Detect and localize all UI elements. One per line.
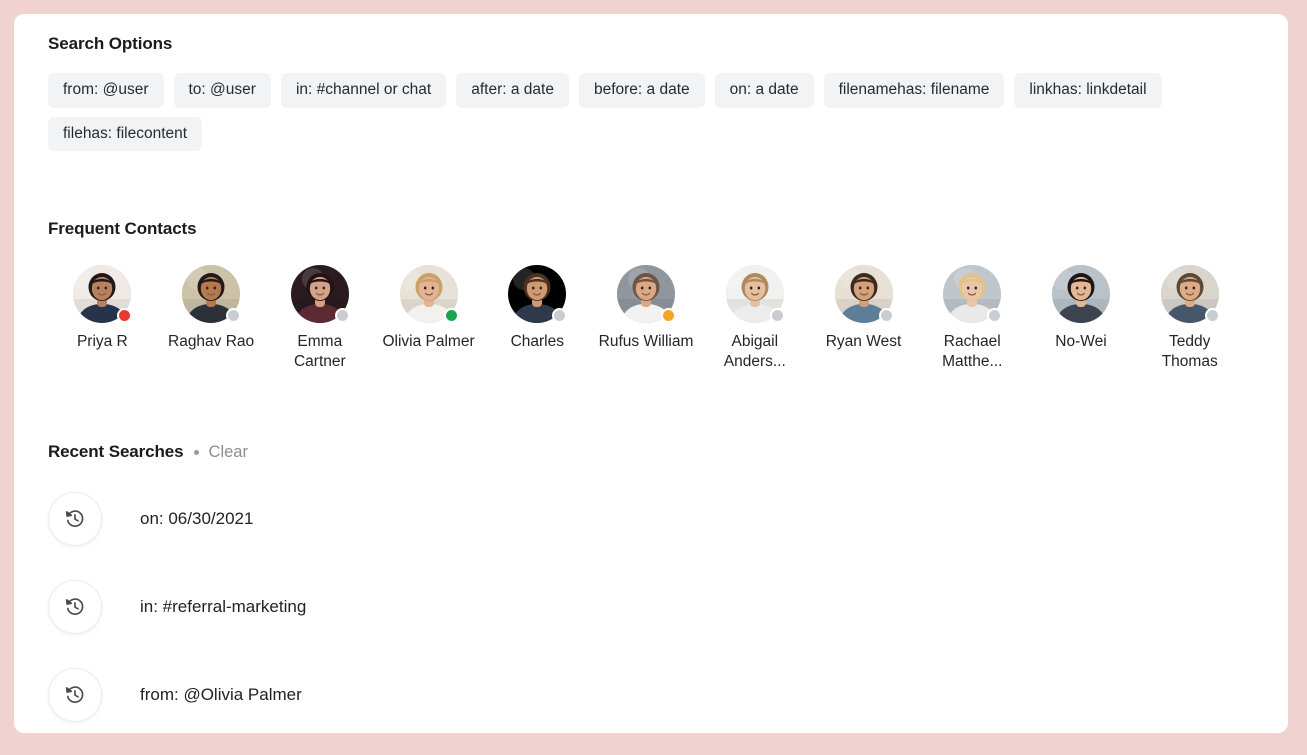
search-option-chip[interactable]: before: a date: [578, 73, 705, 108]
search-option-chip[interactable]: filehas: filecontent: [48, 116, 203, 151]
frequent-contact[interactable]: Olivia Palmer: [374, 265, 483, 372]
contact-name: Emma Cartner: [293, 333, 346, 370]
contact-name: Teddy Thomas: [1161, 333, 1218, 370]
recent-searches-section: Recent Searches Clear on: 06/30/2021 in: …: [48, 442, 1268, 733]
clear-recent-searches-button[interactable]: Clear: [209, 443, 248, 462]
frequent-contact[interactable]: Priya R: [48, 265, 157, 372]
avatar[interactable]: [399, 265, 459, 323]
search-option-chip[interactable]: filenamehas: filename: [823, 73, 1005, 108]
history-clock-icon: [48, 580, 102, 634]
avatar-photo: [1051, 265, 1110, 323]
avatar[interactable]: [290, 265, 350, 323]
search-options-section: Search Options from: @user to: @user in: #…: [34, 34, 1268, 151]
frequent-contacts-list: Priya R Raghav Rao Emma Cartner Olivia Palm…: [48, 265, 1244, 372]
avatar[interactable]: [1160, 265, 1220, 323]
search-option-chip[interactable]: after: a date: [456, 73, 569, 108]
frequent-contact[interactable]: Teddy Thomas: [1135, 265, 1244, 372]
recent-search-label: in: #referral-marketing: [140, 597, 307, 616]
contact-name: Raghav Rao: [168, 333, 255, 350]
search-option-chip[interactable]: on: a date: [714, 73, 814, 108]
contact-name: Olivia Palmer: [382, 333, 475, 350]
frequent-contact[interactable]: Rachael Matthe...: [918, 265, 1027, 372]
recent-search-item[interactable]: from: @Olivia Palmer: [48, 665, 1268, 725]
avatar[interactable]: [508, 265, 568, 323]
status-badge: [769, 308, 785, 323]
recent-searches-header: Recent Searches Clear: [48, 442, 1268, 462]
recent-search-label: from: @Olivia Palmer: [140, 685, 302, 704]
frequent-contact[interactable]: Raghav Rao: [157, 265, 266, 372]
search-option-chip[interactable]: in: #channel or chat: [280, 73, 447, 108]
recent-searches-title: Recent Searches: [48, 442, 184, 461]
recent-searches-list: on: 06/30/2021 in: #referral-marketing fro…: [48, 489, 1268, 725]
history-clock-icon: [48, 668, 102, 722]
recent-search-item[interactable]: in: #referral-marketing: [48, 577, 1268, 637]
status-badge: [552, 308, 568, 323]
frequent-contact[interactable]: Charles: [483, 265, 592, 372]
status-badge: [1204, 308, 1220, 323]
frequent-contact[interactable]: Rufus William: [592, 265, 701, 372]
search-panel-card: Search Options from: @user to: @user in: #…: [14, 14, 1288, 733]
status-badge: [117, 308, 133, 323]
contact-name: Abigail Anders...: [723, 333, 786, 370]
avatar[interactable]: [725, 265, 785, 323]
contact-name: Priya R: [76, 333, 128, 350]
status-badge: [661, 308, 677, 323]
recent-search-label: on: 06/30/2021: [140, 509, 254, 528]
contact-name: No-Wei: [1055, 333, 1107, 350]
recent-search-item[interactable]: on: 06/30/2021: [48, 489, 1268, 549]
status-badge: [878, 308, 894, 323]
search-option-chip[interactable]: from: @user: [48, 73, 164, 108]
avatar[interactable]: [182, 265, 242, 323]
status-badge: [443, 308, 459, 323]
avatar[interactable]: [834, 265, 894, 323]
contact-name: Rachael Matthe...: [942, 333, 1003, 370]
frequent-contact[interactable]: Ryan West: [809, 265, 918, 372]
contact-name: Ryan West: [825, 333, 902, 350]
frequent-contacts-title: Frequent Contacts: [48, 219, 197, 238]
status-badge: [334, 308, 350, 323]
search-option-chip[interactable]: to: @user: [173, 73, 271, 108]
history-clock-icon: [48, 492, 102, 546]
search-options-title: Search Options: [48, 34, 173, 53]
frequent-contact[interactable]: No-Wei: [1027, 265, 1136, 372]
status-badge: [226, 308, 242, 323]
search-option-chip[interactable]: linkhas: linkdetail: [1014, 73, 1162, 108]
separator-dot-icon: [193, 449, 199, 455]
avatar[interactable]: [1051, 265, 1110, 323]
status-badge: [987, 308, 1003, 323]
frequent-contact[interactable]: Abigail Anders...: [700, 265, 809, 372]
frequent-contact[interactable]: Emma Cartner: [265, 265, 374, 372]
frequent-contacts-section: Frequent Contacts Priya R Raghav Rao Emma …: [48, 219, 1268, 372]
contact-name: Charles: [510, 333, 564, 350]
avatar[interactable]: [617, 265, 677, 323]
contact-name: Rufus William: [598, 333, 694, 350]
avatar[interactable]: [943, 265, 1003, 323]
avatar[interactable]: [73, 265, 133, 323]
search-option-chip-list: from: @user to: @user in: #channel or chat…: [48, 73, 1268, 151]
